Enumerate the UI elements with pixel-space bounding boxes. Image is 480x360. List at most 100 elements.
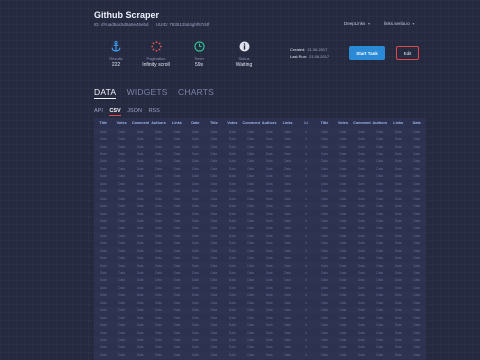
table-cell: Data [136, 144, 144, 149]
start-task-button[interactable]: Start Task [349, 46, 385, 60]
table-cell: Data [376, 211, 384, 216]
subtab-json[interactable]: JSON [127, 108, 142, 115]
tab-widgets[interactable]: WIDGETS [127, 87, 168, 97]
column-header[interactable]: Date [186, 118, 204, 128]
table-cell: Data [376, 137, 384, 142]
table-cell: Data [192, 159, 199, 164]
table-cell: Data [265, 323, 273, 328]
table-row: Data Data Data Data Data Data Data Data Data Data… [94, 351, 426, 358]
table-cell: Data [413, 211, 421, 216]
column-header[interactable]: Title [315, 118, 333, 128]
table-cell: Data [210, 263, 218, 268]
table-cell: Data [376, 204, 384, 209]
column-header[interactable]: Votes [334, 118, 352, 128]
column-header[interactable]: Comments [131, 118, 149, 128]
table-cell: Data [321, 308, 328, 313]
table-cell: Data [413, 352, 421, 357]
table-cell: Data [339, 293, 347, 298]
column-header[interactable]: Title [205, 118, 223, 128]
table-cell: Data [228, 256, 236, 261]
table-cell: Data [247, 323, 255, 328]
table-cell: Data [247, 233, 255, 238]
subtab-csv[interactable]: CSV [109, 108, 121, 116]
table-cell: Data [321, 204, 328, 209]
column-header[interactable]: Li [297, 118, 315, 128]
table-cell: Data [413, 218, 421, 223]
column-header[interactable]: Authors [260, 118, 278, 128]
table-cell: Data [173, 181, 181, 186]
account-dropdown[interactable]: links.senla.io ▼ [384, 21, 415, 26]
table-cell: Data [192, 278, 199, 283]
table-cell: Data [210, 181, 218, 186]
table-cell: Data [284, 218, 291, 223]
table-cell: Data [155, 218, 162, 223]
edit-button[interactable]: Edit [396, 46, 419, 60]
table-cell: Data [284, 166, 291, 171]
table-cell: Data [210, 196, 218, 201]
table-cell: Data [321, 323, 328, 328]
table-cell: Data [413, 241, 421, 246]
stat-status-value: Waiting [235, 62, 253, 68]
column-header[interactable]: Authors [371, 118, 389, 128]
column-header[interactable]: Votes [223, 118, 241, 128]
created-value: 21.06.2017 [307, 47, 328, 52]
table-cell: Data [394, 263, 402, 268]
table-cell: Data [413, 256, 421, 261]
column-header[interactable]: Links [168, 118, 186, 128]
tab-data[interactable]: DATA [94, 87, 117, 99]
table-cell: Data [394, 233, 402, 238]
tab-charts[interactable]: CHARTS [178, 87, 214, 97]
table-cell: Data [228, 285, 236, 290]
table-cell: Data [376, 174, 384, 179]
table-cell: Data [228, 330, 236, 335]
column-header[interactable]: Title [94, 118, 112, 128]
column-header[interactable]: Links [278, 118, 296, 128]
table-cell: Data [413, 285, 421, 290]
table-cell: Data [394, 271, 402, 276]
column-header[interactable]: Votes [112, 118, 130, 128]
table-cell: Data [339, 241, 347, 246]
chevron-down-icon: ▼ [411, 22, 416, 26]
table-cell: Data [413, 159, 421, 164]
column-header[interactable]: Authors [149, 118, 167, 128]
table-cell: Data [247, 271, 255, 276]
table-cell: Data [247, 159, 255, 164]
column-header[interactable]: Links [389, 118, 407, 128]
subtab-rss[interactable]: RSS [148, 108, 159, 115]
table-cell: Data [321, 345, 328, 350]
table-cell: Data [136, 256, 144, 261]
table-cell: Data [284, 293, 291, 298]
table-cell: Data [210, 345, 218, 350]
table-cell: Data [155, 330, 162, 335]
stat-results-label: Results [109, 56, 123, 61]
table-cell: d [305, 144, 307, 149]
table-cell: Data [321, 218, 328, 223]
table-cell: Data [284, 211, 291, 216]
table-row: Data Data Data Data Data Data Data Data Data Data… [94, 336, 426, 343]
table-cell: Data [376, 218, 384, 223]
table-cell: Data [339, 337, 347, 342]
subtab-api[interactable]: API [94, 108, 103, 115]
table-cell: Data [192, 211, 199, 216]
deeplinks-dropdown[interactable]: DeepLinks ▼ [344, 21, 371, 26]
table-cell: Data [173, 218, 181, 223]
table-cell: Data [413, 293, 421, 298]
column-header[interactable]: Comments [242, 118, 260, 128]
table-cell: Data [155, 233, 162, 238]
column-header[interactable]: Date [407, 118, 426, 128]
table-cell: Data [210, 352, 218, 357]
table-cell: Data [339, 152, 347, 157]
table-cell: Data [192, 174, 199, 179]
stat-results: Results 222 [94, 40, 138, 68]
table-cell: Data [394, 137, 402, 142]
table-cell: Data [321, 166, 328, 171]
table-cell: Data [357, 129, 365, 134]
table-cell: Data [247, 166, 255, 171]
column-header[interactable]: Comments [352, 118, 370, 128]
table-cell: Data [192, 166, 199, 171]
table-cell: d [305, 337, 307, 342]
table-cell: Data [339, 278, 347, 283]
table-cell: Data [155, 278, 162, 283]
table-cell: Data [376, 241, 384, 246]
table-cell: Data [192, 256, 199, 261]
